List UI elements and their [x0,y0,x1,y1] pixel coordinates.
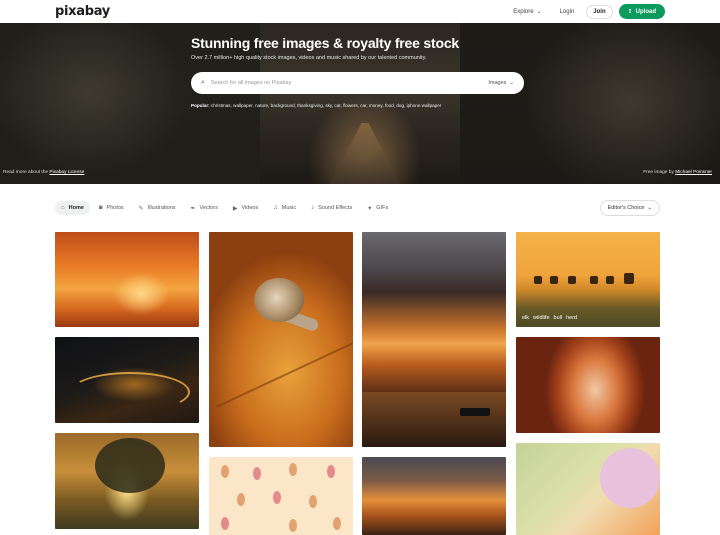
login-link[interactable]: Login [554,6,581,18]
tab-music[interactable]: ♫ Music [267,201,302,215]
camera-icon: ◙ [98,205,103,211]
credit-text: Free image by [643,170,676,175]
tab-label: GIFs [376,205,389,211]
license-note: Read more about the Pixabay License [3,170,84,175]
popular-searches: Popular: christmas, wallpaper, nature, b… [191,103,441,108]
tab-label: Home [68,205,84,211]
upload-icon: ⇪ [627,9,633,15]
tab-photos[interactable]: ◙ Photos [93,201,130,215]
upload-label: Upload [635,8,656,15]
sound-icon: ♪ [311,205,315,211]
leaf-shape [333,517,341,530]
elk-silhouette [568,276,576,284]
leaf-shape [289,519,297,532]
tag[interactable]: wildlife [533,315,550,321]
tab-label: Illustrations [147,205,176,211]
tab-sound-effects[interactable]: ♪ Sound Effects [305,201,358,215]
image-tile-canyon[interactable] [516,337,660,433]
explore-menu[interactable]: Explore ⌄ [507,5,547,18]
elk-silhouette [606,276,614,284]
search-input[interactable]: Search for all images on Pixabay [211,80,488,86]
nav-right: Explore ⌄ Login Join ⇪ Upload [507,4,665,19]
leaf-vein [216,338,353,408]
leaf-shape [221,465,229,478]
tile-tags: elk wildlife bull herd [522,315,577,321]
chevron-down-icon: ⌄ [509,80,514,86]
chevron-down-icon: ⌄ [536,9,542,15]
road-lights [70,372,190,412]
tag[interactable]: bull [554,315,563,321]
leaf-shape [237,493,245,506]
search-icon: ⌕ [201,79,205,86]
license-link[interactable]: Pixabay License [49,170,84,175]
search-type-label: Images [488,80,507,86]
join-button[interactable]: Join [586,4,613,19]
elk-silhouette [624,273,634,284]
home-icon: ⌂ [61,205,65,211]
leaf-shape [289,463,297,476]
leaf-shape [221,517,229,530]
tab-label: Sound Effects [318,205,353,211]
tab-label: Music [281,205,297,211]
hero-banner: Stunning free images & royalty free stoc… [0,23,720,184]
tab-label: Videos [241,205,259,211]
tag[interactable]: herd [566,315,577,321]
gif-icon: ✦ [367,205,373,212]
image-tile-abstract-illustration[interactable] [516,443,660,535]
brush-icon: ✎ [138,205,144,212]
pen-icon: ✒ [190,205,196,212]
tab-label: Photos [106,205,124,211]
elk-silhouette [550,276,558,284]
sea-surface [362,392,506,447]
credit-link[interactable]: Michael Poinsner [675,170,712,175]
image-tile-elk-herd[interactable]: elk wildlife bull herd [516,232,660,327]
elk-silhouette [590,276,598,284]
category-tabs: ⌂ Home ◙ Photos ✎ Illustrations ✒ Vector… [55,200,660,216]
boat-silhouette [460,408,490,416]
video-icon: ▶ [232,205,238,212]
hero-title: Stunning free images & royalty free stoc… [191,35,459,51]
license-text: Read more about the [3,170,50,175]
tree-silhouette [95,438,165,493]
pixabay-logo[interactable]: pixabay [55,4,110,19]
snail-shell [254,278,304,322]
search-type-select[interactable]: Images ⌄ [488,80,514,86]
image-tile-beach-sunset[interactable] [362,457,506,535]
top-navigation: pixabay Explore ⌄ Login Join ⇪ Upload [0,0,720,23]
sort-dropdown[interactable]: Editor's Choice ⌄ [599,200,660,216]
image-tile-autumn-leaves-pattern[interactable] [209,457,353,535]
image-tile-sunset-clouds[interactable] [55,232,199,327]
elk-silhouette [534,276,542,284]
popular-label: Popular: [191,103,210,108]
tab-label: Vectors [199,205,218,211]
tab-vectors[interactable]: ✒ Vectors [185,201,224,216]
tag[interactable]: elk [522,315,529,321]
hero-image-right [460,23,720,184]
search-bar[interactable]: ⌕ Search for all images on Pixabay Image… [191,72,524,94]
tab-videos[interactable]: ▶ Videos [227,201,264,216]
tab-gifs[interactable]: ✦ GIFs [361,201,394,216]
image-tile-night-road[interactable] [55,337,199,423]
popular-terms[interactable]: christmas, wallpaper, nature, background… [211,103,441,108]
upload-button[interactable]: ⇪ Upload [618,4,665,19]
image-tile-snail[interactable] [209,232,353,447]
hero-subtitle: Over 2.7 million+ high quality stock ima… [191,55,427,61]
pink-shape [600,448,660,508]
image-tile-sunrise-tree[interactable] [55,433,199,529]
leaf-shape [327,465,335,478]
tab-home[interactable]: ⌂ Home [55,201,90,215]
leaf-shape [253,467,261,480]
tab-illustrations[interactable]: ✎ Illustrations [133,201,182,216]
music-icon: ♫ [273,205,278,211]
sort-label: Editor's Choice [607,205,645,211]
explore-label: Explore [513,8,534,15]
leaf-shape [309,495,317,508]
leaf-shape [273,491,281,504]
hero-image-road [330,123,400,184]
image-credit: Free image by Michael Poinsner [643,170,712,175]
image-tile-sea-sunset[interactable] [362,232,506,447]
chevron-down-icon: ⌄ [647,205,652,211]
